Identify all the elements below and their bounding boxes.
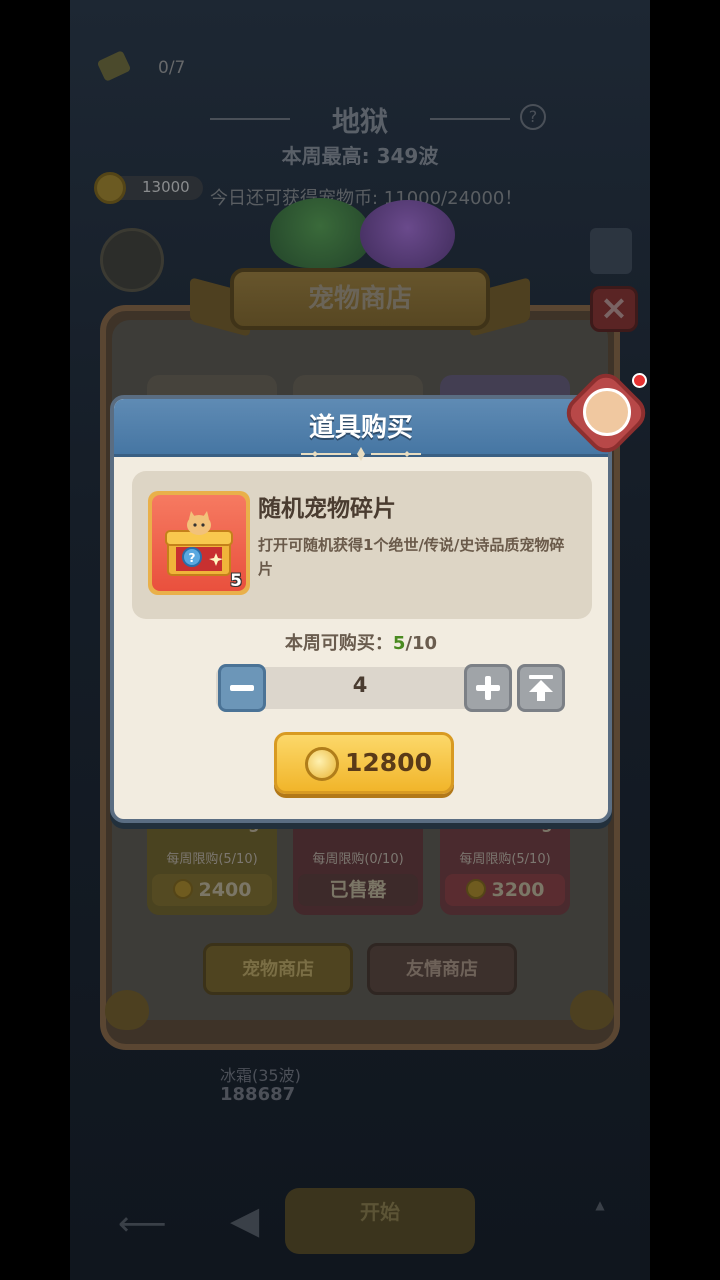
previous-icon[interactable]: ◀ xyxy=(230,1198,259,1242)
limit-current: 5 xyxy=(392,633,406,654)
tab-friendship-shop[interactable]: 友情商店 xyxy=(367,943,517,995)
avatar[interactable] xyxy=(583,388,631,436)
plus-icon xyxy=(476,676,500,700)
mode-title: 地狱 xyxy=(331,105,388,138)
ticket-count: 0/7 xyxy=(158,58,186,78)
sold-out-label: 已售罄 xyxy=(298,874,418,906)
stage-score: 188687 xyxy=(220,1084,296,1105)
mystery-chest-icon: ? xyxy=(165,511,233,576)
pet-coin-icon xyxy=(465,878,486,899)
price-button[interactable]: 2400 xyxy=(152,874,272,906)
notification-dot xyxy=(632,373,647,388)
limit-label: 本周可购买： xyxy=(284,633,393,654)
game-screen: 0/7 地狱 ? 本周最高: 349波 13000 今日还可获得宠物币: 110… xyxy=(70,0,650,1280)
max-arrow-icon xyxy=(529,675,553,701)
shop-title: 宠物商店 xyxy=(307,284,412,314)
item-name: 随机宠物碎片 xyxy=(258,496,396,522)
price-label: 3200 xyxy=(491,879,545,901)
increase-button[interactable] xyxy=(464,664,512,712)
price-label: 2400 xyxy=(198,879,252,901)
leaderboard-icon[interactable]: ▲ xyxy=(580,1198,620,1238)
dialog-title: 道具购买 xyxy=(308,413,413,443)
pet-coin-icon xyxy=(172,878,193,899)
minus-icon xyxy=(230,685,254,691)
item-icon-frame: ? 5 xyxy=(148,491,250,595)
pet-coin-icon xyxy=(94,172,126,204)
stage-label: 冰霜(35波) xyxy=(220,1066,301,1085)
item-info-box: ? 5 随机宠物碎片 打开可随机获得1个绝世/传说/史诗品质宠物碎片 xyxy=(132,471,592,619)
back-arrow-icon[interactable]: ⟵ xyxy=(118,1204,167,1244)
price-button[interactable]: 3200 xyxy=(445,874,565,906)
start-label: 开始 xyxy=(360,1200,400,1224)
item-count-badge: 5 xyxy=(230,571,242,591)
pufferfish-pet xyxy=(360,200,455,270)
ornament-icon xyxy=(301,447,421,461)
decrease-button[interactable] xyxy=(218,664,266,712)
help-icon[interactable]: ? xyxy=(520,104,546,130)
weekly-record: 本周最高: 349波 xyxy=(281,144,439,168)
weekly-purchase-limit: 本周可购买：5/10 xyxy=(114,629,608,655)
tab-pet-shop[interactable]: 宠物商店 xyxy=(203,943,353,995)
buy-price: 12800 xyxy=(345,748,432,777)
paw-icon xyxy=(105,990,149,1030)
paw-icon xyxy=(570,990,614,1030)
svg-text:?: ? xyxy=(189,551,196,565)
pet-coin-icon xyxy=(305,747,339,781)
side-menu-button[interactable] xyxy=(590,228,632,274)
ticket-icon xyxy=(96,50,132,82)
limit-total: /10 xyxy=(405,633,438,654)
purchase-dialog: 道具购买 ? 5 随机宠物碎片 打开可随机获得1个绝世/传说/史诗品质宠物碎片 … xyxy=(110,395,612,823)
spiked-shell-pet xyxy=(270,198,370,268)
weekly-limit: 每周限购(5/10) xyxy=(459,852,551,867)
weekly-limit: 每周限购(0/10) xyxy=(312,852,404,867)
coin-balance: 13000 xyxy=(142,178,190,196)
close-icon[interactable]: × xyxy=(590,286,638,332)
daily-earn-text: 今日还可获得宠物币: 11000/24000！ xyxy=(210,188,523,209)
max-quantity-button[interactable] xyxy=(517,664,565,712)
weekly-limit: 每周限购(5/10) xyxy=(166,852,258,867)
buy-button[interactable]: 12800 xyxy=(274,732,454,794)
ticket-button[interactable] xyxy=(100,228,164,292)
item-description: 打开可随机获得1个绝世/传说/史诗品质宠物碎片 xyxy=(258,536,565,578)
